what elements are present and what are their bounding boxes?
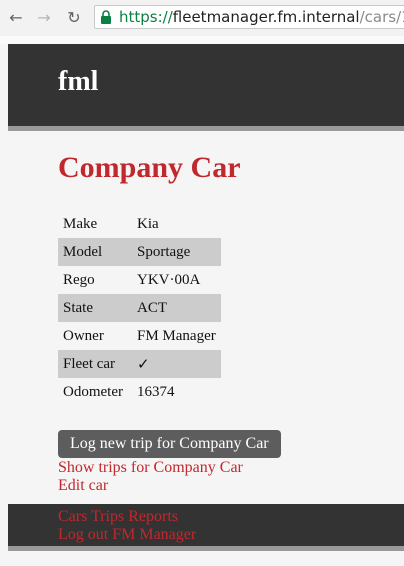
reload-icon[interactable]: ↻ xyxy=(64,7,84,27)
table-row: Make Kia xyxy=(58,210,221,238)
page-margin xyxy=(0,36,404,44)
detail-value: 16374 xyxy=(137,383,175,400)
table-row: Owner FM Manager xyxy=(58,322,221,350)
show-trips-link[interactable]: Show trips for Company Car xyxy=(58,459,243,477)
detail-key: Fleet car xyxy=(58,350,132,378)
detail-key: Rego xyxy=(63,271,95,288)
address-bar[interactable]: https://fleetmanager.fm.internal/cars/1 xyxy=(94,5,404,29)
table-row: Rego YKV·00A xyxy=(58,266,221,294)
footer-nav-link[interactable]: Cars Trips Reports xyxy=(58,508,178,526)
car-details-table: Make Kia Model Sportage Rego YKV·00A Sta… xyxy=(58,210,221,406)
site-header: fml xyxy=(8,44,404,131)
page-title: Company Car xyxy=(58,151,241,184)
url-path: /cars/1 xyxy=(359,8,404,26)
table-row: Fleet car ✓ xyxy=(58,350,221,378)
url-text: https://fleetmanager.fm.internal/cars/1 xyxy=(119,6,404,28)
detail-key: Owner xyxy=(63,327,104,344)
detail-key: Make xyxy=(63,215,98,232)
site-footer: Cars Trips Reports Log out FM Manager xyxy=(8,504,404,551)
url-scheme: https:// xyxy=(119,8,173,26)
forward-arrow-icon[interactable]: → xyxy=(34,7,54,27)
browser-toolbar: ← → ↻ https://fleetmanager.fm.internal/c… xyxy=(0,0,404,36)
logout-link[interactable]: Log out FM Manager xyxy=(58,526,196,544)
lock-icon xyxy=(101,10,111,24)
table-row: Odometer 16374 xyxy=(58,378,221,406)
main-content: Company Car Make Kia Model Sportage Rego… xyxy=(58,148,398,406)
brand-logo-link[interactable]: fml xyxy=(58,66,98,98)
detail-value: YKV·00A xyxy=(137,271,201,288)
log-trip-button[interactable]: Log new trip for Company Car xyxy=(58,430,281,458)
back-arrow-icon[interactable]: ← xyxy=(6,7,26,27)
url-host: fleetmanager.fm.internal xyxy=(172,8,360,26)
table-row: Model Sportage xyxy=(58,238,221,266)
detail-key: Odometer xyxy=(63,383,123,400)
fleet-car-check-value: ✓ xyxy=(132,350,221,378)
detail-value: Sportage xyxy=(132,238,221,266)
detail-key: State xyxy=(58,294,132,322)
detail-key: Model xyxy=(58,238,132,266)
table-row: State ACT xyxy=(58,294,221,322)
detail-value: Kia xyxy=(137,215,159,232)
detail-value: ACT xyxy=(132,294,221,322)
edit-car-link[interactable]: Edit car xyxy=(58,477,108,495)
detail-value: FM Manager xyxy=(137,327,216,344)
